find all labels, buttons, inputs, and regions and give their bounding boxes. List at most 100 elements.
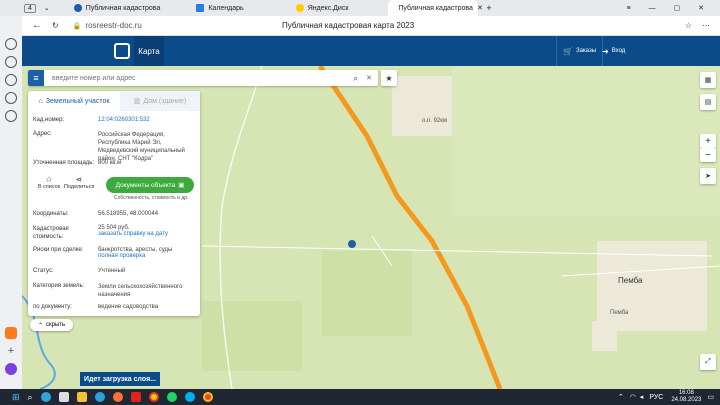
lock-icon: 🔒 (72, 22, 82, 30)
tab-calendar[interactable]: Календарь (190, 0, 249, 16)
yandex-browser-icon[interactable] (148, 392, 159, 402)
coordinates-label: Координаты: (33, 211, 69, 217)
language-indicator[interactable]: РУС (649, 394, 663, 401)
orders-button[interactable]: 🛒 Заказы (556, 36, 604, 66)
geolocation-button[interactable]: ➤ (700, 168, 716, 184)
volume-icon[interactable]: ◂ (640, 393, 644, 401)
sidebar-history-icon[interactable] (5, 56, 17, 68)
page-title: Публичная кадастровая карта 2023 (282, 21, 415, 30)
reload-icon[interactable]: ↻ (52, 21, 59, 30)
area-row: Уточненная площадь: 800 кв.м (33, 160, 195, 166)
taskview-icon[interactable] (58, 392, 69, 402)
explorer-icon[interactable] (76, 392, 87, 402)
tab-parcel-label: Земельный участок (45, 97, 110, 105)
sidebar-alice-icon[interactable] (5, 327, 17, 339)
hide-panel-button[interactable]: ⌃ скрыть (30, 319, 74, 331)
close-icon[interactable]: ✕ (477, 4, 483, 12)
object-documents-button[interactable]: Документы объекта ▣ (106, 177, 194, 193)
sidebar-home-icon[interactable] (5, 38, 17, 50)
status-row: Статус: Учтенный (33, 268, 195, 274)
tab-yandex-disk[interactable]: Яндекс.Диск (290, 0, 355, 16)
search-taskbar-icon[interactable]: ⌕ (28, 392, 33, 403)
cost-label: Кадастровая стоимость: (33, 226, 69, 240)
search-bar: ≡ ⌕ ✕ (28, 70, 378, 86)
field-area (322, 251, 412, 336)
windows-start-icon[interactable]: ⊞ (12, 392, 20, 403)
order-certificate-link[interactable]: заказать справку на дату (98, 231, 168, 237)
cost-row: Кадастровая стоимость: 25 504 руб. заказат… (33, 225, 195, 241)
area-value: 800 кв.м (98, 160, 122, 166)
share-button[interactable]: ⋖ Поделиться (64, 175, 94, 190)
login-button[interactable]: ➜ Вход (598, 36, 629, 66)
tab-cadastral-active[interactable]: Публичная кадастрова ✕ (388, 0, 483, 16)
full-check-link[interactable]: полная проверка (98, 253, 145, 259)
telegram-icon[interactable] (94, 392, 105, 402)
chevron-up-icon: ⌃ (38, 322, 44, 329)
parcel-marker (348, 240, 356, 248)
add-to-list-button[interactable]: ☆ В список (34, 175, 64, 190)
tools-button[interactable]: ▤ (700, 94, 716, 110)
tray-chevron-icon[interactable]: ⌃ (618, 393, 624, 401)
tab-cadastral-1[interactable]: Публичная кадастрова (68, 0, 167, 16)
search-input[interactable] (50, 73, 354, 83)
disk-favicon-icon (295, 4, 304, 12)
whatsapp-icon[interactable] (166, 392, 177, 402)
zoom-in-button[interactable]: + (700, 134, 716, 148)
parcel-info-panel: ⌂ Земельный участок ▥ Дом (здание) Кад.ном… (28, 91, 200, 316)
firefox-icon[interactable] (112, 392, 123, 402)
url-text[interactable]: rosreestr-doc.ru (85, 21, 141, 30)
cad-number-value[interactable]: 12:04:0260301:532 (98, 117, 195, 123)
cad-number-row: Кад.номер: 12:04:0260301:532 (33, 117, 195, 123)
calendar-favicon-icon (196, 4, 205, 12)
browser-tab-bar: 4 ⌄ Публичная кадастрова Календарь Яндек… (0, 0, 720, 16)
land-category-label: Категория земель: (33, 283, 85, 289)
address-label: Адрес: (33, 131, 52, 137)
site-favicon-icon (73, 4, 82, 12)
tab-title: Публичная кадастрова (398, 4, 473, 12)
chevron-down-icon[interactable]: ⌄ (44, 4, 50, 12)
layers-button[interactable]: ▦ (700, 72, 716, 88)
tab-map[interactable]: Карта (134, 36, 164, 66)
rosreestr-logo-icon (114, 43, 130, 59)
tab-title: Публичная кадастрова (85, 4, 161, 12)
parcel-icon: ⌂ (38, 97, 43, 105)
notifications-icon[interactable]: ▭ (707, 393, 714, 401)
map-label-station: о.п. 92км (422, 118, 448, 124)
favorites-button[interactable]: ★ (381, 70, 397, 86)
tab-title: Яндекс.Диск (307, 4, 349, 12)
edge-icon[interactable] (40, 392, 51, 402)
tab-map-label: Карта (138, 46, 160, 56)
bookmark-icon[interactable]: ☆ (685, 21, 692, 30)
map-label-pemba-station: Пемба (610, 310, 629, 316)
zoom-out-button[interactable]: − (700, 148, 716, 162)
wifi-icon[interactable]: ◠ (630, 393, 636, 401)
search-icon[interactable]: ⌕ (353, 73, 358, 84)
menu-icon[interactable]: ≡ (28, 70, 44, 86)
cad-number-label: Кад.номер: (33, 117, 65, 123)
cart-icon: 🛒 (563, 46, 573, 56)
clock[interactable]: 16:08 24.08.2023 (671, 390, 701, 404)
risks-row: Риски при сделке: банкротства, аресты, су… (33, 247, 195, 259)
sidebar-add-icon[interactable]: + (8, 345, 14, 357)
map-label-pemba: Пемба (618, 276, 643, 285)
login-icon: ➜ (602, 46, 609, 56)
skype-icon[interactable] (184, 392, 195, 402)
address-bar: ← ↻ 🔒 rosreestr-doc.ru Публичная кадастр… (22, 16, 720, 36)
new-tab-icon[interactable]: + (486, 3, 491, 13)
chrome-icon[interactable] (202, 392, 213, 402)
sidebar-music-icon[interactable] (5, 74, 17, 86)
sidebar-assistant-icon[interactable] (5, 363, 17, 375)
acrobat-icon[interactable] (130, 392, 141, 402)
sidebar-apps-icon[interactable] (5, 92, 17, 104)
sidebar-downloads-icon[interactable] (5, 110, 17, 122)
fullscreen-button[interactable]: ⤢ (700, 354, 716, 370)
extensions-icon[interactable]: ⋯ (702, 21, 710, 30)
window-controls[interactable]: ≡ — ▢ ✕ (627, 4, 712, 12)
tab-building[interactable]: ▥ Дом (здание) (120, 91, 200, 111)
clear-icon[interactable]: ✕ (366, 74, 372, 82)
tab-building-label: Дом (здание) (143, 97, 187, 105)
tab-counter[interactable]: 4 (24, 3, 36, 13)
tab-parcel[interactable]: ⌂ Земельный участок (28, 91, 120, 111)
back-icon[interactable]: ← (32, 20, 42, 31)
orders-label: Заказы (575, 48, 597, 54)
